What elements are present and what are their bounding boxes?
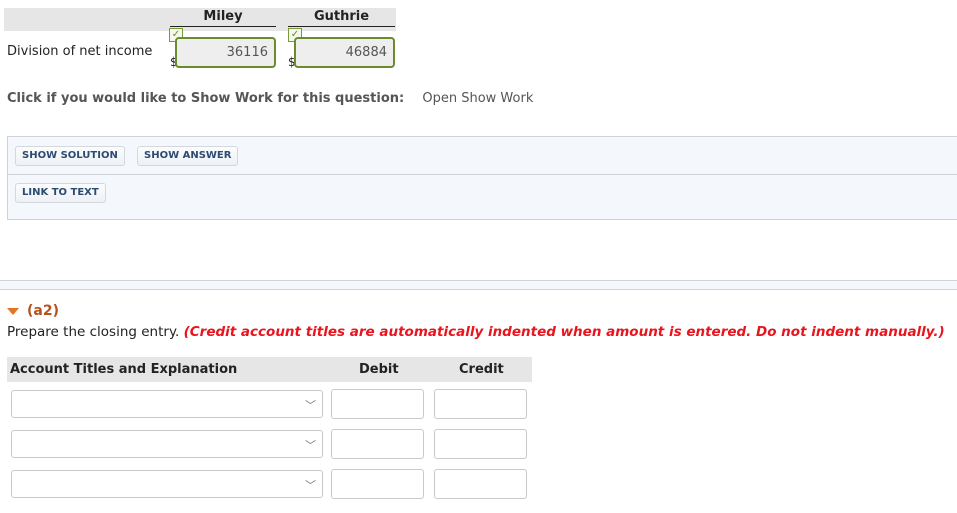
journal-row: ﹀ <box>11 469 531 500</box>
guthrie-amount-input[interactable] <box>294 37 395 68</box>
credit-input[interactable] <box>434 429 527 459</box>
account-select[interactable]: ﹀ <box>11 390 323 418</box>
column-header-guthrie: Guthrie <box>288 8 395 27</box>
show-work-prompt: Click if you would like to Show Work for… <box>7 91 405 106</box>
miley-amount-input[interactable] <box>175 37 276 68</box>
chevron-down-icon: ﹀ <box>305 399 316 412</box>
collapse-triangle-icon <box>7 307 19 315</box>
link-to-text-button[interactable]: LINK TO TEXT <box>15 183 106 203</box>
solution-panel: SHOW SOLUTION SHOW ANSWER LINK TO TEXT <box>7 136 957 220</box>
chevron-down-icon: ﹀ <box>305 439 316 452</box>
column-header-miley: Miley <box>170 8 276 27</box>
show-answer-button[interactable]: SHOW ANSWER <box>137 146 239 166</box>
instruction-main: Prepare the closing entry. <box>7 324 180 340</box>
account-select[interactable]: ﹀ <box>11 430 323 458</box>
debit-input[interactable] <box>331 389 424 419</box>
header-debit: Debit <box>359 362 399 377</box>
panel-divider <box>8 174 957 175</box>
division-row-label: Division of net income <box>7 44 153 59</box>
credit-input[interactable] <box>434 389 527 419</box>
header-credit: Credit <box>459 362 504 377</box>
account-select[interactable]: ﹀ <box>11 470 323 498</box>
part-a2-toggle[interactable]: (a2) <box>7 303 59 319</box>
debit-input[interactable] <box>331 469 424 499</box>
open-show-work-link[interactable]: Open Show Work <box>422 91 533 106</box>
journal-row: ﹀ <box>11 389 531 420</box>
journal-row: ﹀ <box>11 429 531 460</box>
instruction-note: (Credit account titles are automatically… <box>183 324 945 340</box>
section-separator <box>0 280 957 290</box>
instruction-text: Prepare the closing entry. (Credit accou… <box>7 324 945 340</box>
part-label: (a2) <box>27 303 59 319</box>
show-work-row: Click if you would like to Show Work for… <box>7 91 533 106</box>
show-solution-button[interactable]: SHOW SOLUTION <box>15 146 125 166</box>
header-account-titles: Account Titles and Explanation <box>10 362 238 377</box>
chevron-down-icon: ﹀ <box>305 479 316 492</box>
debit-input[interactable] <box>331 429 424 459</box>
credit-input[interactable] <box>434 469 527 499</box>
journal-table-header: Account Titles and Explanation Debit Cre… <box>7 357 532 382</box>
